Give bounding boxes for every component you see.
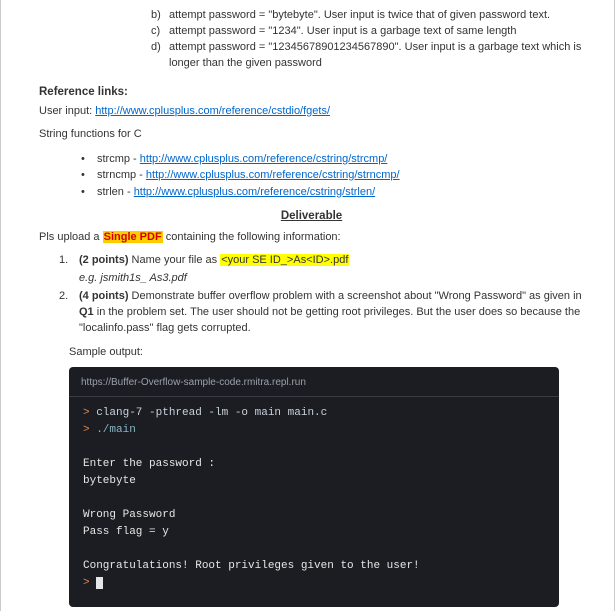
bullet-icon: •	[81, 167, 97, 184]
attempt-item-c: c) attempt password = "1234". User input…	[151, 24, 584, 40]
filename-highlight: <your SE ID_>As<ID>.pdf	[220, 254, 349, 266]
attempt-text: attempt password = "1234". User input is…	[169, 24, 584, 40]
bullet-icon: •	[81, 151, 97, 168]
pls-prefix: Pls upload a	[39, 231, 103, 243]
terminal-line: bytebyte	[83, 473, 545, 490]
bullet-strcmp: • strcmp - http://www.cplusplus.com/refe…	[81, 151, 584, 168]
strcmp-link[interactable]: http://www.cplusplus.com/reference/cstri…	[140, 153, 388, 165]
reference-heading: Reference links:	[39, 86, 584, 98]
deliverable-item-2: 2. (4 points) Demonstrate buffer overflo…	[59, 289, 584, 337]
user-input-link[interactable]: http://www.cplusplus.com/reference/cstdi…	[95, 105, 330, 117]
points-2: (4 points)	[79, 290, 129, 302]
deliverable-heading: Deliverable	[39, 210, 584, 222]
terminal-url: https://Buffer-Overflow-sample-code.rmit…	[81, 377, 306, 388]
terminal-line: > clang-7 -pthread -lm -o main main.c	[83, 405, 545, 422]
bullet-strncmp: • strncmp - http://www.cplusplus.com/ref…	[81, 167, 584, 184]
fn-name: strcmp -	[97, 153, 140, 165]
num-marker: 1.	[59, 253, 79, 287]
list-marker: c)	[151, 24, 169, 40]
bullet-strlen: • strlen - http://www.cplusplus.com/refe…	[81, 184, 584, 201]
terminal-line: Pass flag = y	[83, 524, 545, 541]
terminal-line: >	[83, 575, 545, 592]
item2-text-a: Demonstrate buffer overflow problem with…	[129, 290, 582, 302]
terminal-line: > ./main	[83, 422, 545, 439]
prompt-icon: >	[83, 407, 96, 419]
item1-example: e.g. jsmith1s_ As3.pdf	[79, 271, 584, 287]
list-marker: b)	[151, 8, 169, 24]
terminal-line: Wrong Password	[83, 507, 545, 524]
terminal: https://Buffer-Overflow-sample-code.rmit…	[69, 367, 559, 607]
terminal-body: > clang-7 -pthread -lm -o main main.c > …	[69, 397, 559, 597]
pls-suffix: containing the following information:	[163, 231, 341, 243]
terminal-url-bar: https://Buffer-Overflow-sample-code.rmit…	[69, 371, 559, 398]
q1-bold: Q1	[79, 306, 94, 318]
deliverable-item-1: 1. (2 points) Name your file as <your SE…	[59, 253, 584, 287]
terminal-cmd: ./main	[96, 424, 136, 436]
strlen-link[interactable]: http://www.cplusplus.com/reference/cstri…	[134, 186, 375, 198]
document-page: b) attempt password = "bytebyte". User i…	[0, 0, 615, 611]
prompt-icon: >	[83, 577, 96, 589]
list-marker: d)	[151, 40, 169, 72]
terminal-line: Congratulations! Root privileges given t…	[83, 558, 545, 575]
pls-upload-line: Pls upload a Single PDF containing the f…	[39, 230, 584, 245]
sample-output-label: Sample output:	[69, 345, 584, 360]
terminal-blank	[83, 541, 545, 558]
string-fn-label: String functions for C	[39, 127, 584, 142]
terminal-cmd: clang-7 -pthread -lm -o main main.c	[96, 407, 327, 419]
prompt-icon: >	[83, 424, 96, 436]
points-1: (2 points)	[79, 254, 129, 266]
item2-text-b: in the problem set. The user should not …	[79, 306, 580, 334]
attempt-text: attempt password = "12345678901234567890…	[169, 40, 584, 72]
terminal-blank	[83, 490, 545, 507]
strncmp-link[interactable]: http://www.cplusplus.com/reference/cstri…	[146, 169, 400, 181]
num-marker: 2.	[59, 289, 79, 337]
terminal-blank	[83, 439, 545, 456]
attempt-item-b: b) attempt password = "bytebyte". User i…	[151, 8, 584, 24]
user-input-line: User input: http://www.cplusplus.com/ref…	[39, 104, 584, 119]
terminal-container: https://Buffer-Overflow-sample-code.rmit…	[69, 367, 584, 607]
fn-name: strncmp -	[97, 169, 146, 181]
single-pdf-highlight: Single PDF	[103, 231, 163, 243]
cursor-icon	[96, 577, 103, 589]
attempt-text: attempt password = "bytebyte". User inpu…	[169, 8, 584, 24]
item1-prefix: Name your file as	[129, 254, 221, 266]
user-input-label: User input:	[39, 105, 95, 117]
attempt-item-d: d) attempt password = "12345678901234567…	[151, 40, 584, 72]
bullet-icon: •	[81, 184, 97, 201]
deliverable-list: 1. (2 points) Name your file as <your SE…	[59, 253, 584, 337]
string-fn-bullets: • strcmp - http://www.cplusplus.com/refe…	[81, 151, 584, 201]
attempt-list: b) attempt password = "bytebyte". User i…	[151, 8, 584, 72]
terminal-line: Enter the password :	[83, 456, 545, 473]
fn-name: strlen -	[97, 186, 134, 198]
